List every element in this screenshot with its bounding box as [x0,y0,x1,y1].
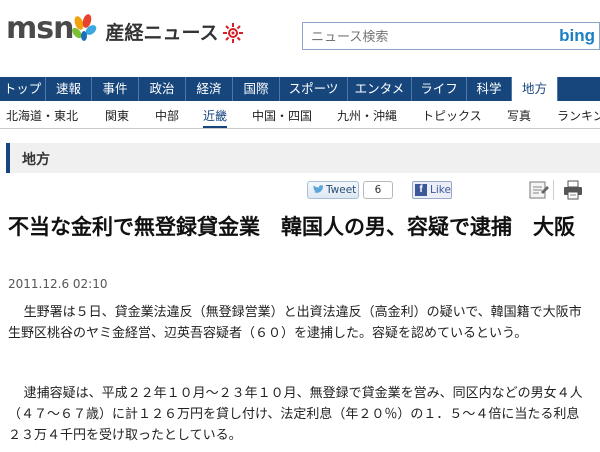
search-box: bing [302,22,600,50]
bing-search-button[interactable]: bing [559,26,595,46]
nav-breaking[interactable]: 速報 [46,77,92,101]
site-logo[interactable]: msn 産経ニュース [6,14,244,44]
subnav-photos[interactable]: 写真 [507,107,531,124]
nav-top[interactable]: トップ [0,77,46,101]
sankei-sun-icon [222,23,243,43]
article-date: 2011.12.6 02:10 [8,277,108,291]
article-paragraph: 逮捕容疑は、平成２２年１０月～２３年１０月、無登録で貸金業を営み、同区内などの男… [8,386,583,443]
print-icon[interactable] [562,179,584,201]
nav-economy[interactable]: 経済 [186,77,233,101]
nav-incidents[interactable]: 事件 [92,77,139,101]
tweet-button[interactable]: Tweet [307,181,359,199]
article-headline: 不当な金利で無登録貸金業 韓国人の男、容疑で逮捕 大阪 [8,215,575,239]
twitter-bird-icon [313,185,324,193]
article-paragraph: 生野署は５日、貸金業法違反（無登録営業）と出資法違反（高金利）の疑いで、韓国籍で… [8,305,582,341]
subnav-hokkaido-tohoku[interactable]: 北海道・東北 [6,107,78,124]
nav-life[interactable]: ライフ [412,77,467,101]
facebook-like-button[interactable]: f Like [412,181,452,199]
msn-butterfly-icon [72,14,97,41]
subnav-kanto[interactable]: 関東 [105,107,129,124]
subnav-ranking[interactable]: ランキング [557,107,600,124]
bookmark-share-icon[interactable] [528,179,550,201]
facebook-icon: f [415,184,427,196]
search-input[interactable] [311,27,541,47]
tweet-count: 6 [363,181,393,199]
site-name: 産経ニュース [105,22,219,44]
section-title-text: 地方 [22,152,50,168]
subnav-chugoku-shikoku[interactable]: 中国・四国 [252,107,312,124]
nav-sports[interactable]: スポーツ [280,77,348,101]
secondary-nav: 北海道・東北 関東 中部 近畿 中国・四国 九州・沖縄 トピックス 写真 ランキ… [0,101,600,129]
tweet-label: Tweet [326,184,357,196]
nav-politics[interactable]: 政治 [139,77,186,101]
subnav-chubu[interactable]: 中部 [155,107,179,124]
section-heading: 地方 [6,143,600,173]
subnav-topics[interactable]: トピックス [422,107,482,124]
msn-logo-text: msn [6,11,74,46]
primary-nav: トップ 速報 事件 政治 経済 国際 スポーツ エンタメ ライフ 科学 地方 [0,77,600,101]
nav-entertainment[interactable]: エンタメ [348,77,412,101]
like-label: Like [430,184,451,196]
subnav-kyushu-okinawa[interactable]: 九州・沖縄 [337,107,397,124]
nav-regional[interactable]: 地方 [512,77,558,101]
tool-divider [553,180,554,200]
subnav-kinki[interactable]: 近畿 [203,107,228,128]
nav-science[interactable]: 科学 [467,77,512,101]
site-header: msn 産経ニュース bing [0,0,600,76]
nav-international[interactable]: 国際 [233,77,280,101]
